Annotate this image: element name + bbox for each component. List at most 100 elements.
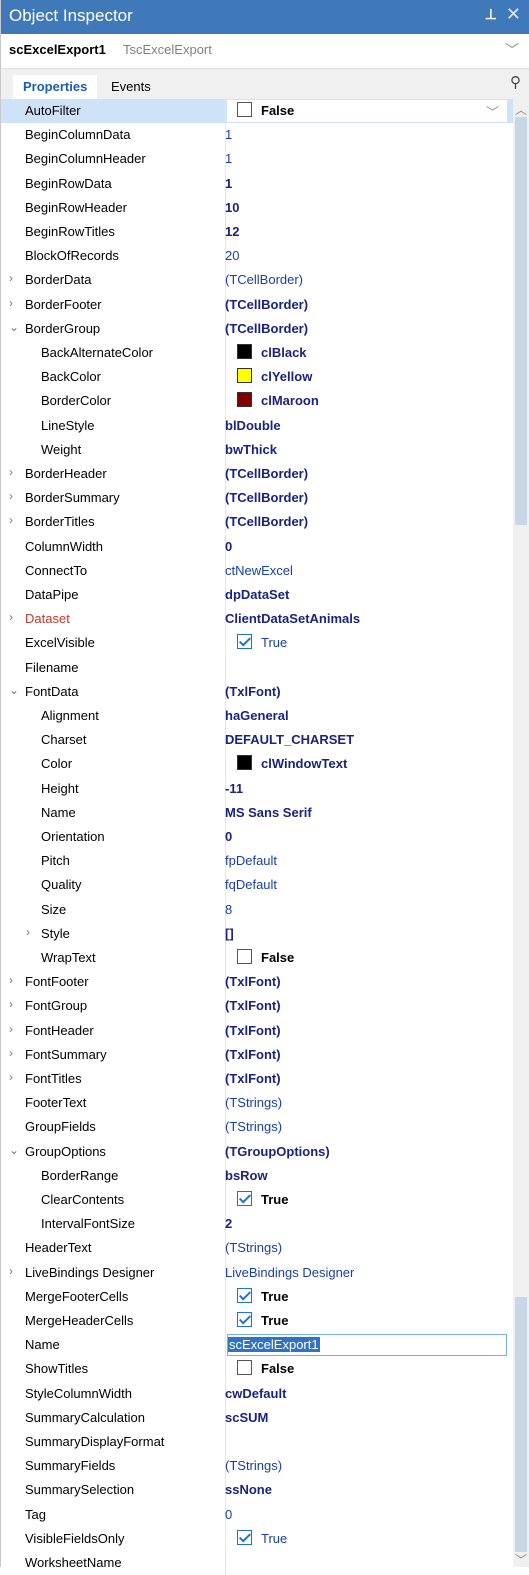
property-value[interactable]: (TCellBorder) [225,321,308,336]
property-row[interactable]: ⌄ BorderGroup (TCellBorder) [1,316,513,341]
property-value[interactable]: blDouble [225,418,281,433]
property-value[interactable]: (TCellBorder) [225,514,308,529]
property-row[interactable]: MergeHeaderCells True [1,1309,513,1333]
property-row[interactable]: Color clWindowText [1,752,513,777]
property-row[interactable]: › BorderTitles (TCellBorder) [1,510,513,535]
expand-icon[interactable]: › [9,489,13,503]
property-value[interactable]: clYellow [261,369,312,384]
property-row[interactable]: Orientation 0 [1,825,513,849]
property-row[interactable]: AutoFilter ﹀ False [1,99,513,124]
checkbox-checked[interactable] [237,1529,252,1545]
property-row[interactable]: › LiveBindings Designer LiveBindings Desig… [1,1260,513,1285]
property-row[interactable]: SummaryDisplayFormat [1,1430,513,1454]
property-row[interactable]: SummarySelection ssNone [1,1478,513,1503]
property-row[interactable]: FooterText (TStrings) [1,1091,513,1116]
property-value[interactable]: (TGroupOptions) [225,1144,330,1159]
property-row[interactable]: › FontGroup (TxlFont) [1,994,513,1019]
property-row[interactable]: Height -11 [1,776,513,801]
property-value[interactable]: clMaroon [261,393,319,408]
property-value[interactable]: (TxlFont) [225,1047,281,1062]
property-value[interactable]: 0 [225,539,232,554]
property-value[interactable]: (TxlFont) [225,998,281,1013]
collapse-icon[interactable]: ⌄ [9,683,19,697]
property-row[interactable]: LineStyle blDouble [1,413,513,438]
property-row[interactable]: ShowTitles False [1,1357,513,1382]
property-row[interactable]: ConnectTo ctNewExcel [1,558,513,583]
property-value[interactable]: cwDefault [225,1386,286,1401]
expand-icon[interactable]: › [9,610,13,624]
property-value[interactable]: clWindowText [261,756,347,771]
property-value[interactable]: (TCellBorder) [225,297,308,312]
property-value[interactable]: (TStrings) [225,1119,282,1134]
property-value[interactable]: (TStrings) [225,1240,282,1255]
property-value[interactable]: (TxlFont) [225,1023,281,1038]
property-row[interactable]: Pitch fpDefault [1,849,513,874]
property-row[interactable]: › Style [] [1,921,513,946]
expand-icon[interactable]: › [9,973,13,987]
close-icon[interactable]: ✕ [506,4,521,25]
property-value[interactable]: False [261,950,294,965]
expand-icon[interactable]: › [9,271,13,285]
property-row[interactable]: DataPipe dpDataSet [1,583,513,607]
expand-icon[interactable]: › [9,296,13,310]
property-row[interactable]: ⌄ FontData (TxlFont) [1,679,513,704]
property-value[interactable]: 1 [225,151,232,166]
property-row[interactable]: › FontTitles (TxlFont) [1,1067,513,1091]
property-value[interactable]: dpDataSet [225,587,289,602]
name-edit-field[interactable]: scExcelExport1 [227,1334,507,1357]
property-row[interactable]: SummaryFields (TStrings) [1,1454,513,1479]
expand-icon[interactable]: › [9,1046,13,1060]
property-row[interactable]: Charset DEFAULT_CHARSET [1,728,513,753]
property-row[interactable]: BeginRowData 1 [1,171,513,196]
property-row[interactable]: › Dataset ClientDataSetAnimals [1,607,513,632]
property-row[interactable]: StyleColumnWidth cwDefault [1,1381,513,1406]
property-row[interactable]: Alignment haGeneral [1,704,513,728]
property-value[interactable]: scSUM [225,1410,268,1425]
property-value[interactable]: fqDefault [225,877,277,892]
chevron-down-icon[interactable]: ﹀ [505,40,519,60]
property-row[interactable]: SummaryCalculation scSUM [1,1405,513,1430]
property-value[interactable]: ssNone [225,1482,272,1497]
property-row[interactable]: BeginRowTitles 12 [1,220,513,244]
property-value[interactable]: 0 [225,1507,232,1522]
property-row[interactable]: › FontHeader (TxlFont) [1,1018,513,1043]
expand-icon[interactable]: › [9,513,13,527]
property-value[interactable]: haGeneral [225,708,289,723]
property-value[interactable]: 2 [225,1216,232,1231]
property-row[interactable]: Quality fqDefault [1,873,513,898]
collapse-icon[interactable]: ⌄ [9,1143,19,1157]
property-row[interactable]: ColumnWidth 0 [1,534,513,559]
property-row[interactable]: ⌄ GroupOptions (TGroupOptions) [1,1139,513,1164]
property-value[interactable]: True [261,635,287,650]
expand-icon[interactable]: › [9,1070,13,1084]
property-row[interactable]: Tag 0 [1,1502,513,1527]
property-row[interactable]: BackColor clYellow [1,365,513,390]
property-row[interactable]: BeginColumnHeader 1 [1,147,513,172]
property-value[interactable]: DEFAULT_CHARSET [225,732,354,747]
property-value[interactable]: [] [225,926,234,941]
property-row[interactable]: Name scExcelExport1 [1,1333,513,1358]
property-row[interactable]: IntervalFontSize 2 [1,1212,513,1237]
property-value[interactable]: (TxlFont) [225,684,281,699]
property-row[interactable]: BlockOfRecords 20 [1,244,513,269]
property-value[interactable]: True [261,1531,287,1546]
property-value[interactable]: (TStrings) [225,1095,282,1110]
property-row[interactable]: BackAlternateColor clBlack [1,341,513,365]
property-row[interactable]: › BorderHeader (TCellBorder) [1,462,513,486]
search-icon[interactable]: ⚲ [510,73,521,91]
property-value[interactable]: clBlack [261,345,307,360]
vertical-scrollbar[interactable]: ︿ ﹀ [513,99,529,1567]
property-value[interactable]: 8 [225,902,232,917]
property-value[interactable]: (TxlFont) [225,1071,281,1086]
property-value[interactable]: -11 [225,781,243,796]
pin-icon[interactable]: ⊥ [485,6,497,23]
property-value[interactable]: ctNewExcel [225,563,293,578]
property-value[interactable]: LiveBindings Designer [225,1265,354,1280]
property-value[interactable]: MS Sans Serif [225,805,312,820]
property-value[interactable]: ClientDataSetAnimals [225,611,360,626]
property-row[interactable]: WrapText False [1,946,513,970]
property-value[interactable]: False [261,1361,294,1376]
property-row[interactable]: BorderColor clMaroon [1,389,513,414]
property-value[interactable]: False [261,103,294,118]
checkbox-unchecked[interactable] [237,949,252,964]
